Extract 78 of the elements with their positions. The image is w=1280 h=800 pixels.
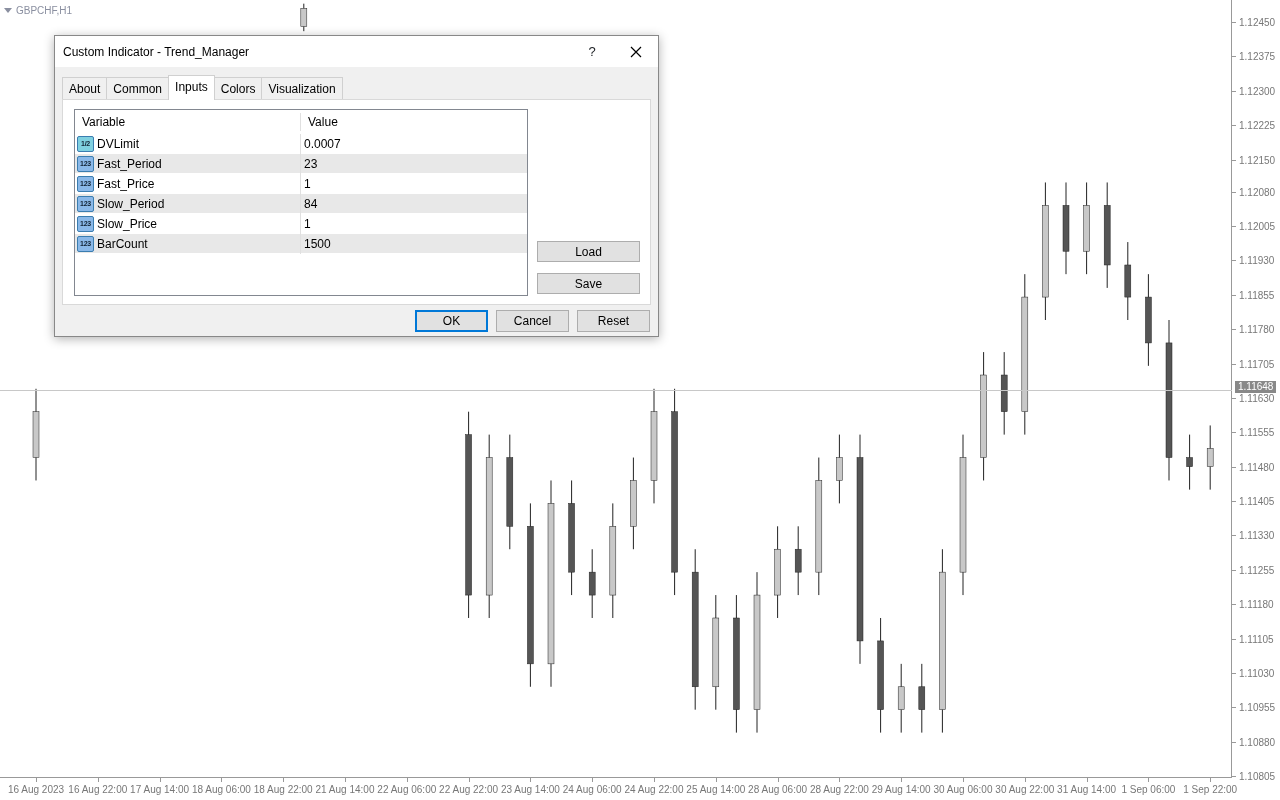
help-button[interactable]: ?: [570, 41, 614, 62]
candlestick: [588, 548, 596, 619]
candlestick: [836, 434, 843, 504]
price-axis-label: 1.11180: [1239, 599, 1274, 612]
candlestick: [918, 663, 926, 734]
price-axis-label: 1.11405: [1239, 496, 1275, 509]
dialog-button[interactable]: Load: [537, 241, 640, 262]
time-axis-label: 16 Aug 22:00: [68, 783, 128, 797]
dropdown-triangle-icon[interactable]: [4, 8, 12, 13]
time-axis-label: 22 Aug 22:00: [439, 783, 499, 797]
price-axis-label: 1.10805: [1239, 771, 1276, 784]
time-axis-label: 31 Aug 14:00: [1057, 783, 1117, 797]
price-axis-label: 1.11705: [1239, 358, 1275, 371]
price-axis-label: 1.12080: [1239, 186, 1276, 199]
price-axis-label: 1.11555: [1239, 427, 1275, 440]
time-axis-label: 24 Aug 06:00: [562, 783, 622, 797]
price-axis-label: 1.11330: [1239, 530, 1275, 543]
time-axis-label: 18 Aug 22:00: [253, 783, 313, 797]
price-axis-label: 1.11480: [1239, 461, 1275, 474]
price-axis-label: 1.11855: [1239, 289, 1275, 302]
time-axis-label: 23 Aug 14:00: [500, 783, 560, 797]
variable-name: Fast_Period: [97, 155, 162, 173]
variable-value[interactable]: 0.0007: [301, 134, 527, 153]
dialog-title: Custom Indicator - Trend_Manager: [63, 43, 251, 61]
time-axis-label: 28 Aug 06:00: [748, 783, 808, 797]
price-axis-label: 1.11105: [1239, 633, 1274, 646]
time-axis-label: 25 Aug 14:00: [686, 783, 746, 797]
variable-name: BarCount: [97, 235, 148, 253]
variable-value[interactable]: 1: [301, 214, 527, 233]
time-axis-label: 22 Aug 06:00: [377, 783, 437, 797]
price-axis-label: 1.11630: [1239, 392, 1275, 405]
variable-value[interactable]: 23: [301, 154, 527, 173]
dialog-button[interactable]: Cancel: [496, 310, 569, 332]
price-axis-label: 1.11780: [1239, 324, 1275, 337]
variable-value[interactable]: 84: [301, 194, 527, 213]
time-axis-label: 24 Aug 22:00: [624, 783, 684, 797]
variable-name: Slow_Period: [97, 195, 165, 213]
candlestick: [300, 3, 308, 32]
variable-name: Fast_Price: [97, 175, 155, 193]
chart-symbol-label: GBPCHF,H1: [16, 4, 73, 18]
price-axis-label: 1.10955: [1239, 702, 1276, 715]
time-axis-label: 30 Aug 06:00: [933, 783, 993, 797]
price-axis-label: 1.12450: [1239, 17, 1276, 29]
candlestick: [1206, 424, 1214, 491]
close-icon: [630, 46, 642, 59]
candlestick: [1186, 434, 1193, 491]
column-header: Value: [307, 114, 339, 131]
variable-name: Slow_Price: [97, 215, 158, 233]
price-axis-label: 1.12300: [1239, 85, 1276, 98]
variable-name: DVLimit: [97, 135, 139, 153]
price-axis-label: 1.12150: [1239, 154, 1276, 167]
time-axis-label: 16 Aug 2023: [7, 783, 65, 797]
dialog-button[interactable]: OK: [415, 310, 488, 332]
current-price-label: 1.11648: [1235, 380, 1277, 393]
time-axis-label: 17 Aug 14:00: [130, 783, 190, 797]
variable-value[interactable]: 1500: [301, 234, 527, 253]
tab[interactable]: Visualization: [261, 77, 343, 100]
candlestick: [794, 525, 802, 596]
time-axis-label: 29 Aug 14:00: [871, 783, 931, 797]
dialog-button[interactable]: Reset: [577, 310, 650, 332]
candlestick: [897, 663, 905, 734]
price-axis-label: 1.12225: [1239, 120, 1276, 133]
dialog-button[interactable]: Save: [537, 273, 640, 294]
time-axis-label: 1 Sep 06:00: [1121, 783, 1176, 797]
variable-value[interactable]: 1: [301, 174, 527, 193]
price-axis-label: 1.11930: [1239, 255, 1275, 268]
time-axis-label: 1 Sep 22:00: [1183, 783, 1238, 797]
time-axis-label: 21 Aug 14:00: [315, 783, 375, 797]
price-axis-label: 1.11255: [1239, 564, 1275, 577]
price-axis-label: 1.10880: [1239, 736, 1276, 749]
column-header: Variable: [75, 113, 301, 131]
time-axis-label: 18 Aug 06:00: [191, 783, 251, 797]
time-axis-label: 28 Aug 22:00: [809, 783, 869, 797]
price-axis-label: 1.12375: [1239, 51, 1276, 64]
time-axis-label: 30 Aug 22:00: [995, 783, 1055, 797]
tab[interactable]: Inputs: [168, 75, 215, 100]
price-axis-label: 1.12005: [1239, 221, 1276, 233]
price-axis-label: 1.11030: [1239, 668, 1275, 680]
